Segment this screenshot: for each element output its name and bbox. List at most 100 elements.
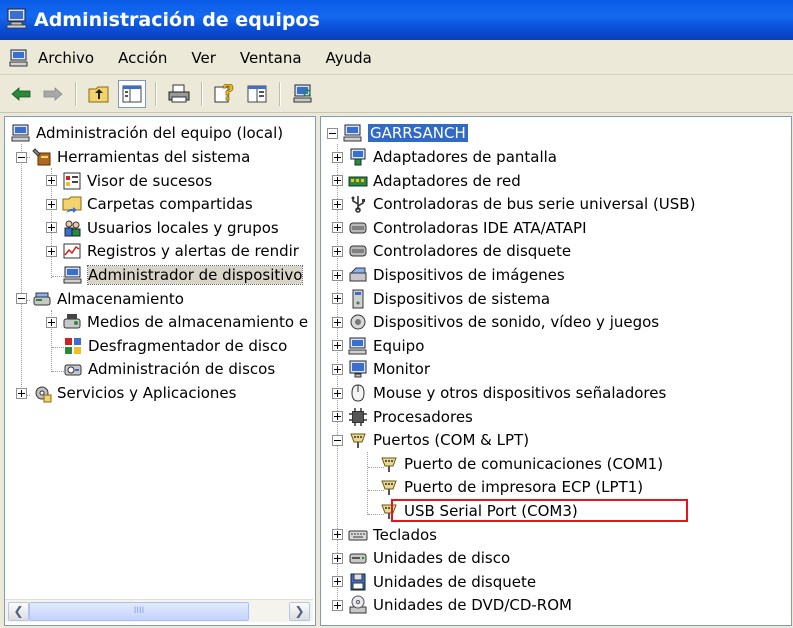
menu-accion[interactable]: Acción bbox=[106, 49, 179, 67]
expand-toggle[interactable] bbox=[46, 316, 57, 328]
expand-toggle[interactable] bbox=[332, 340, 343, 352]
scroll-left-button[interactable]: ❮ bbox=[8, 602, 29, 621]
tree-item-label: Teclados bbox=[373, 525, 437, 544]
ide-controller-icon bbox=[348, 218, 368, 238]
disk-drive-icon bbox=[348, 548, 368, 568]
menu-archivo[interactable]: Archivo bbox=[32, 49, 106, 67]
expand-toggle[interactable] bbox=[332, 198, 343, 210]
up-folder-icon[interactable] bbox=[86, 81, 112, 107]
tree-item[interactable]: Procesadores bbox=[332, 406, 473, 428]
defrag-icon bbox=[63, 336, 83, 356]
expand-toggle[interactable] bbox=[332, 363, 343, 375]
expand-toggle[interactable] bbox=[332, 529, 343, 541]
tree-item[interactable]: Administrador de dispositivo bbox=[63, 264, 304, 286]
tree-item[interactable]: Administración de discos bbox=[63, 358, 275, 380]
tree-item[interactable]: Almacenamiento bbox=[16, 288, 184, 310]
collapse-toggle[interactable] bbox=[16, 151, 27, 163]
tree-item[interactable]: Dispositivos de sonido, vídeo y juegos bbox=[332, 311, 659, 333]
tree-item-label: Almacenamiento bbox=[57, 289, 184, 308]
tree-item[interactable]: Dispositivos de imágenes bbox=[332, 264, 565, 286]
menu-ver[interactable]: Ver bbox=[179, 49, 228, 67]
expand-toggle[interactable] bbox=[332, 387, 343, 399]
tree-item-label: Unidades de disco bbox=[373, 549, 511, 568]
menu-ayuda[interactable]: Ayuda bbox=[314, 49, 384, 67]
tree-item[interactable]: Puerto de comunicaciones (COM1) bbox=[379, 453, 663, 475]
properties-icon[interactable] bbox=[244, 81, 270, 107]
expand-toggle[interactable] bbox=[332, 411, 343, 423]
tree-item[interactable]: Carpetas compartidas bbox=[46, 193, 253, 215]
toolbar bbox=[0, 76, 793, 113]
tree-item-label: Adaptadores de pantalla bbox=[373, 148, 557, 166]
expand-toggle[interactable] bbox=[332, 293, 343, 305]
tree-item-label: Controladoras IDE ATA/ATAPI bbox=[373, 218, 587, 237]
floppy-controller-icon bbox=[348, 241, 368, 261]
system-menu-icon[interactable] bbox=[6, 45, 32, 71]
expand-toggle[interactable] bbox=[332, 316, 343, 328]
expand-toggle[interactable] bbox=[332, 175, 343, 187]
expand-toggle[interactable] bbox=[332, 269, 343, 281]
tree-item[interactable]: Unidades de disco bbox=[332, 547, 510, 569]
tree-item[interactable]: Equipo bbox=[332, 335, 424, 357]
tree-item-label: Unidades de DVD/CD-ROM bbox=[373, 596, 572, 615]
tree-item[interactable]: Monitor bbox=[332, 358, 430, 380]
expand-toggle[interactable] bbox=[332, 552, 343, 564]
tree-item[interactable]: Unidades de disquete bbox=[332, 571, 536, 593]
expand-toggle[interactable] bbox=[46, 198, 57, 210]
expand-toggle[interactable] bbox=[332, 151, 343, 163]
expand-toggle[interactable] bbox=[16, 387, 27, 399]
tree-item[interactable]: Unidades de DVD/CD-ROM bbox=[332, 594, 572, 616]
tree-item[interactable]: Controladoras IDE ATA/ATAPI bbox=[332, 217, 587, 239]
tree-item-label: Unidades de disquete bbox=[373, 572, 537, 591]
tree-item-label: Puerto de impresora ECP (LPT1) bbox=[404, 478, 644, 497]
tree-item[interactable]: Usuarios locales y grupos bbox=[46, 217, 279, 239]
toolbar-separator bbox=[279, 82, 281, 106]
collapse-toggle[interactable] bbox=[327, 127, 338, 139]
tree-root-item[interactable]: GARRSANCH bbox=[327, 122, 468, 144]
network-adapter-icon bbox=[348, 171, 368, 191]
title-bar[interactable]: Administración de equipos bbox=[0, 0, 793, 40]
tree-item[interactable]: Desfragmentador de disco bbox=[63, 335, 287, 357]
menu-ventana[interactable]: Ventana bbox=[228, 49, 314, 67]
tree-item[interactable]: Servicios y Aplicaciones bbox=[16, 382, 236, 404]
tree-item[interactable]: Herramientas del sistema bbox=[16, 146, 250, 168]
users-icon bbox=[62, 218, 82, 238]
tree-item[interactable]: Adaptadores de red bbox=[332, 170, 521, 192]
scroll-thumb[interactable]: IIII bbox=[29, 602, 249, 621]
tree-item-label: Monitor bbox=[373, 360, 431, 379]
tree-item[interactable]: Registros y alertas de rendir bbox=[46, 240, 299, 262]
show-hide-tree-icon[interactable] bbox=[118, 80, 146, 108]
tree-item[interactable]: Visor de sucesos bbox=[46, 170, 212, 192]
horizontal-scrollbar[interactable]: ❮ IIII ❯ bbox=[5, 599, 313, 622]
tree-item[interactable]: Puertos (COM & LPT) bbox=[332, 429, 529, 451]
tree-item-label: Dispositivos de sonido, vídeo y juegos bbox=[373, 313, 660, 332]
port-icon bbox=[379, 454, 399, 474]
expand-toggle[interactable] bbox=[46, 175, 57, 187]
forward-arrow-icon[interactable] bbox=[40, 81, 66, 107]
device-manager-pane[interactable]: GARRSANCH Adaptadores de pantalla Adaptad… bbox=[320, 116, 792, 626]
expand-toggle[interactable] bbox=[332, 245, 343, 257]
tree-item[interactable]: Mouse y otros dispositivos señaladores bbox=[332, 382, 666, 404]
back-arrow-icon[interactable] bbox=[8, 81, 34, 107]
tree-item-label: Visor de sucesos bbox=[87, 171, 213, 190]
collapse-toggle[interactable] bbox=[16, 293, 27, 305]
collapse-toggle[interactable] bbox=[332, 434, 343, 446]
scroll-right-button[interactable]: ❯ bbox=[289, 602, 310, 621]
print-icon[interactable] bbox=[166, 81, 192, 107]
tree-item[interactable]: Adaptadores de pantalla bbox=[332, 146, 557, 168]
expand-toggle[interactable] bbox=[46, 222, 57, 234]
scan-hardware-icon[interactable] bbox=[290, 81, 316, 107]
tree-item[interactable]: Controladores de disquete bbox=[332, 240, 571, 262]
tree-item[interactable]: Medios de almacenamiento e bbox=[46, 311, 308, 333]
tree-root-item[interactable]: Administración del equipo (local) bbox=[11, 122, 283, 144]
console-tree-pane[interactable]: Administración del equipo (local) Herram… bbox=[4, 116, 316, 626]
expand-toggle[interactable] bbox=[332, 222, 343, 234]
tree-item-label: Herramientas del sistema bbox=[57, 148, 251, 166]
expand-toggle[interactable] bbox=[332, 576, 343, 588]
tree-item[interactable]: Dispositivos de sistema bbox=[332, 288, 550, 310]
help-icon[interactable] bbox=[212, 81, 238, 107]
expand-toggle[interactable] bbox=[332, 599, 343, 611]
tree-item[interactable]: Controladoras de bus serie universal (US… bbox=[332, 193, 695, 215]
tree-item[interactable]: Puerto de impresora ECP (LPT1) bbox=[379, 476, 643, 498]
expand-toggle[interactable] bbox=[46, 245, 57, 257]
tree-item[interactable]: Teclados bbox=[332, 524, 437, 546]
